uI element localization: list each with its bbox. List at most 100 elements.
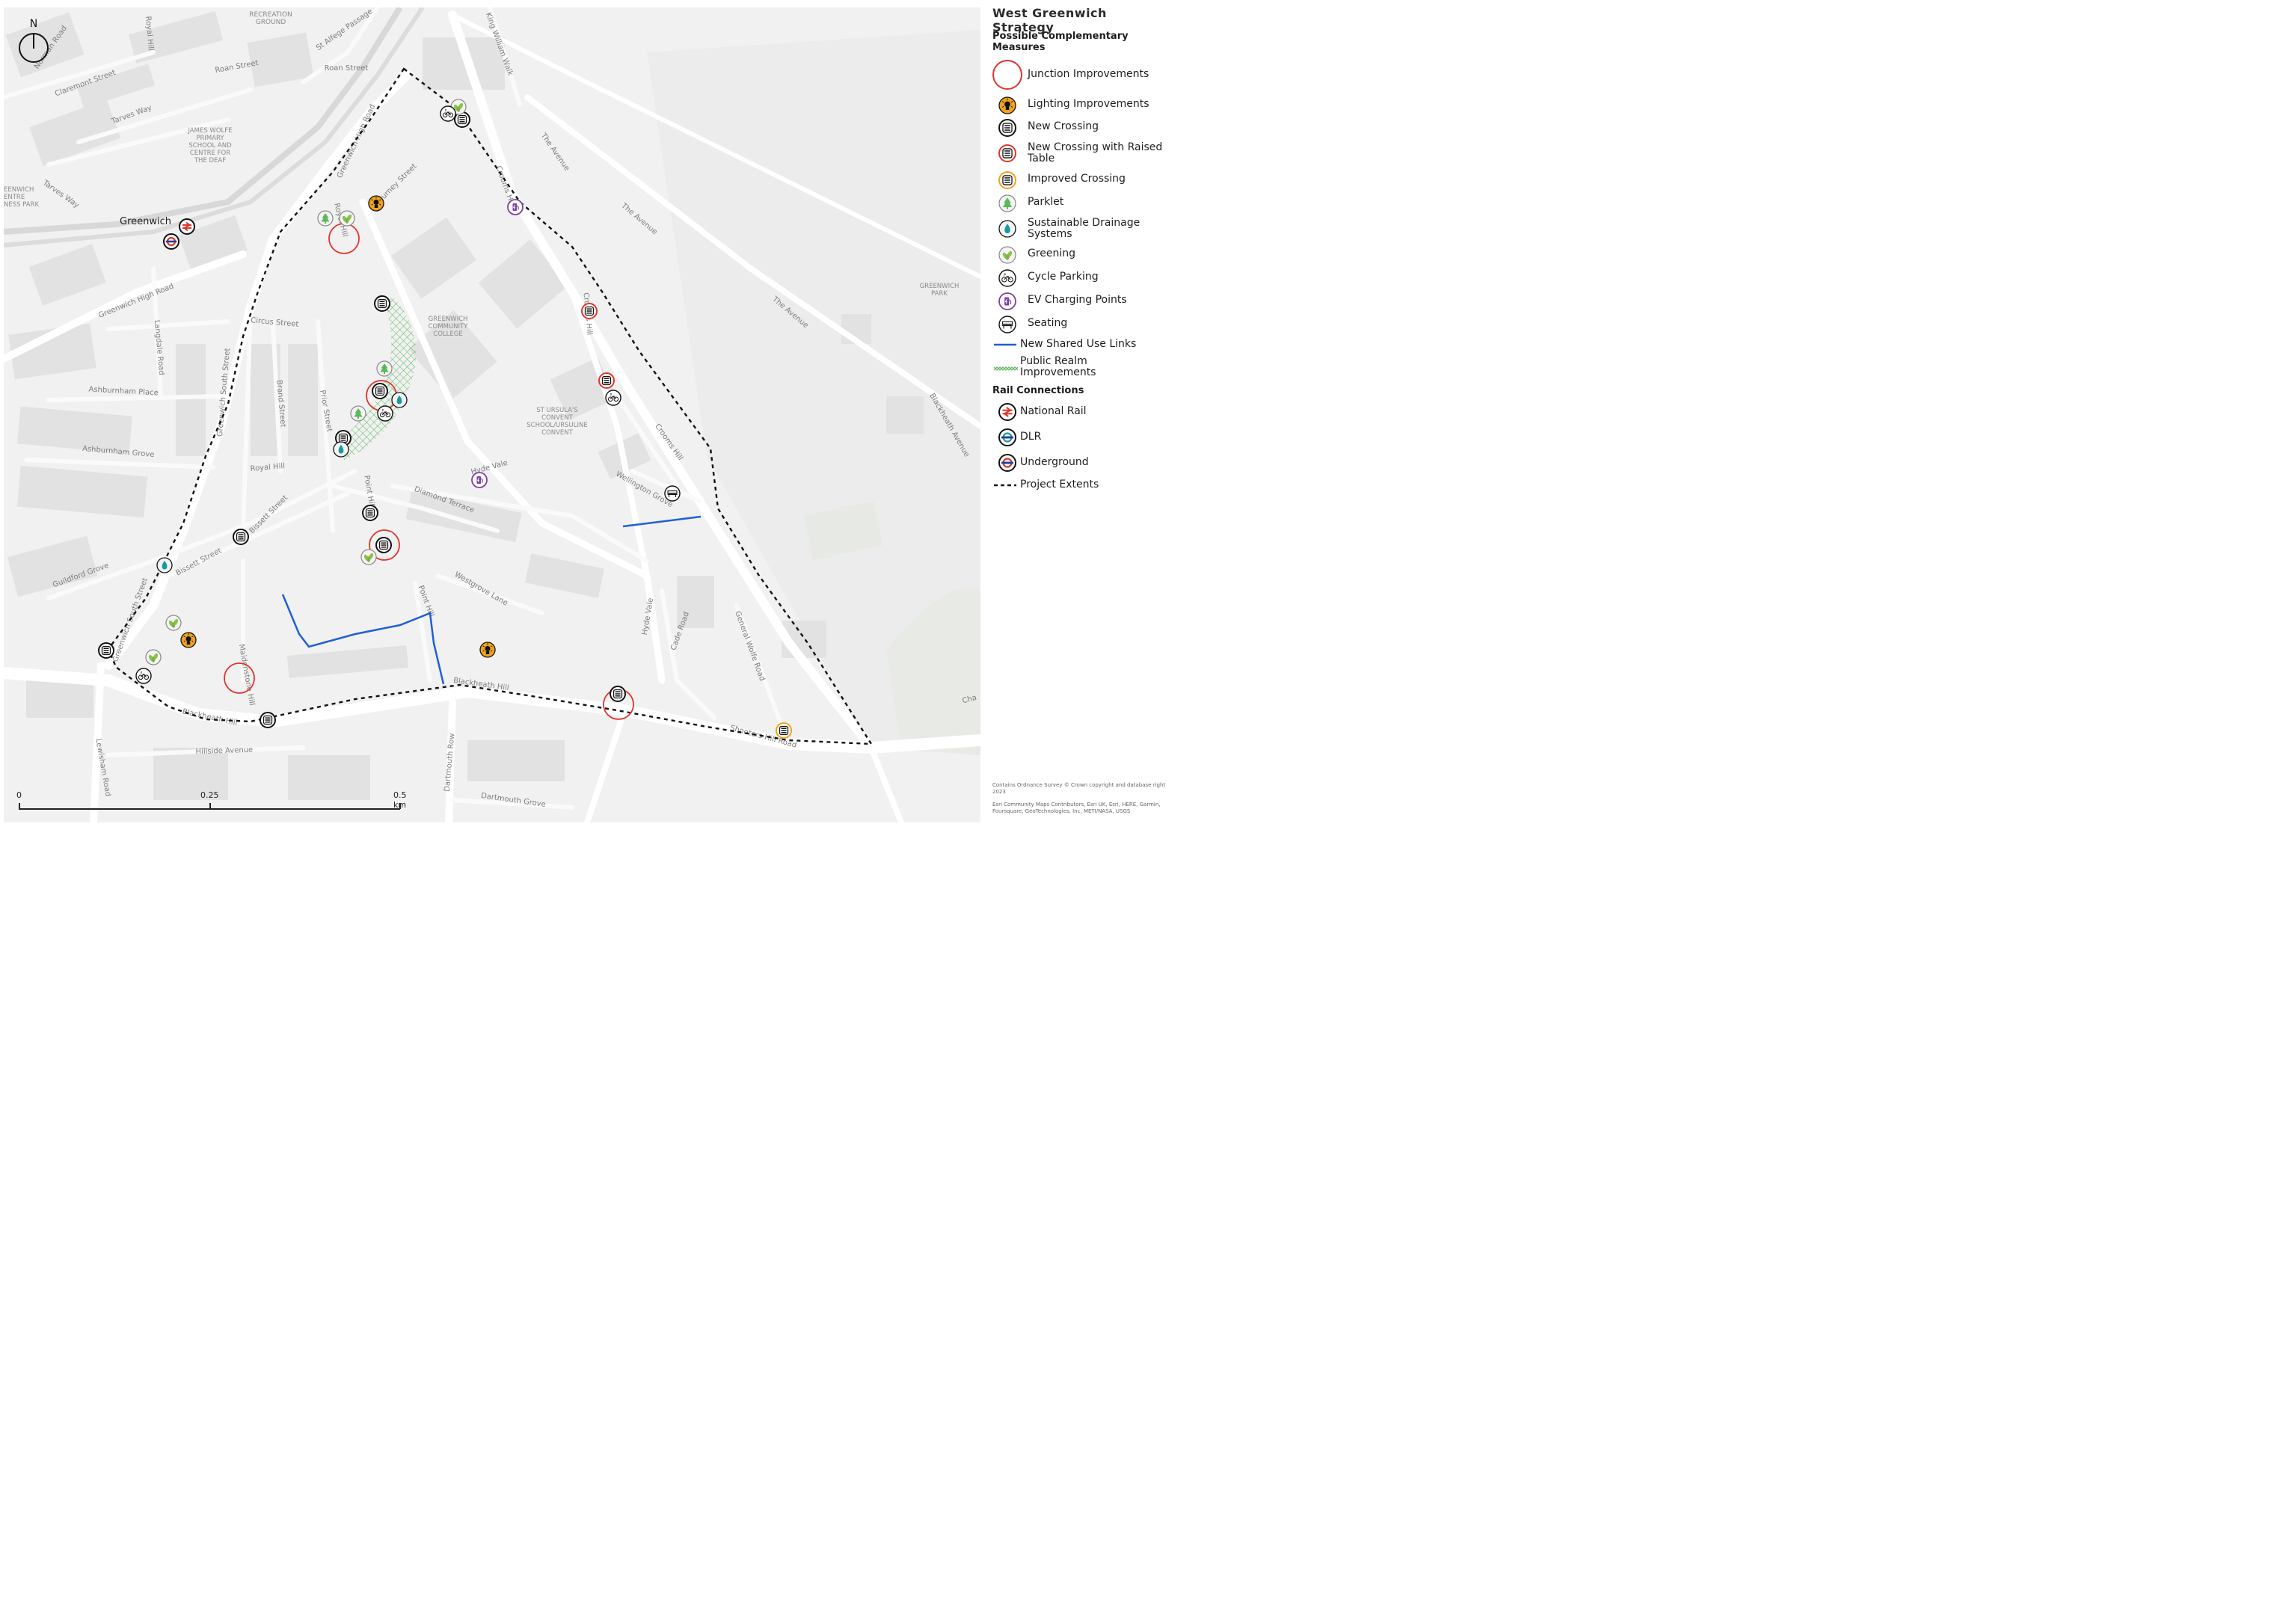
crossing-icon[interactable] — [98, 642, 114, 659]
junction-improvement-marker[interactable] — [328, 223, 360, 254]
scale-bar: 0 0.25 0.5 km — [16, 789, 408, 819]
legend-item-new-crossing: New Crossing — [992, 117, 1172, 140]
legend-label: New Crossing with Raised Table — [1028, 141, 1163, 164]
legend-panel: West Greenwich Strategy Possible Complem… — [981, 0, 1173, 825]
crossing-icon[interactable] — [233, 529, 249, 545]
improved-crossing-icon — [998, 171, 1016, 189]
crossing-icon — [998, 119, 1016, 137]
underground-icon — [998, 454, 1016, 472]
bicycle-icon[interactable]: P — [135, 668, 152, 684]
map-canvas[interactable]: RECREATION GROUND JAMES WOLFE PRIMARY SCHOO… — [4, 7, 980, 822]
legend-heading-rail: Rail Connections — [992, 385, 1084, 396]
scale-mark-0 — [19, 803, 20, 809]
droplet-icon[interactable] — [391, 392, 408, 408]
legend-label: New Crossing — [1028, 120, 1099, 132]
ev-charger-icon — [998, 292, 1016, 310]
shared-use-link-east — [622, 515, 702, 528]
tree-icon[interactable] — [317, 210, 334, 227]
national-rail-icon[interactable] — [179, 218, 195, 235]
svg-text:P: P — [382, 409, 384, 413]
leaves-icon — [998, 246, 1016, 264]
raised-crossing-icon — [998, 144, 1016, 162]
legend-item-parklet: Parklet — [992, 193, 1172, 215]
droplet-icon — [998, 220, 1016, 238]
credit-esri: Esri Community Maps Contributors, Esri U… — [992, 802, 1161, 814]
legend-label: Underground — [1020, 456, 1089, 468]
legend-item-extents: Project Extents — [992, 479, 1172, 492]
lightbulb-icon[interactable] — [479, 642, 496, 658]
leaves-icon[interactable] — [165, 615, 182, 631]
bicycle-icon: P — [998, 269, 1016, 287]
scale-mark-mid — [209, 803, 211, 809]
crossing-icon[interactable] — [374, 295, 390, 312]
public-realm-area — [340, 298, 417, 460]
hatch-icon — [993, 366, 1019, 371]
ev-charger-icon[interactable] — [471, 472, 488, 488]
lightbulb-icon[interactable] — [368, 195, 384, 212]
tree-icon[interactable] — [350, 405, 366, 422]
droplet-icon[interactable] — [156, 557, 173, 573]
legend-label: Lighting Improvements — [1028, 98, 1149, 110]
svg-text:P: P — [1004, 273, 1006, 277]
bench-icon — [998, 316, 1016, 333]
bench-icon[interactable] — [664, 485, 681, 502]
legend-item-greening: Greening — [992, 244, 1172, 267]
scale-tick-mid: 0.25 — [200, 790, 219, 800]
map-features: P P P P — [98, 67, 874, 745]
improved-crossing-icon[interactable] — [776, 722, 792, 739]
legend-label: EV Charging Points — [1028, 294, 1127, 306]
svg-text:P: P — [141, 671, 143, 676]
tree-icon[interactable] — [376, 360, 393, 377]
legend-heading-measures: Possible Complementary Measures — [992, 31, 1129, 53]
scale-tick-end: 0.5 km — [393, 790, 407, 810]
legend-item-junction: Junction Improvements — [992, 60, 1172, 90]
crossing-icon[interactable] — [372, 383, 388, 399]
lightbulb-icon[interactable] — [180, 632, 197, 648]
crossing-icon[interactable] — [260, 712, 276, 728]
leaves-icon[interactable] — [145, 649, 162, 665]
legend-label: National Rail — [1020, 405, 1087, 417]
raised-crossing-icon[interactable] — [581, 303, 598, 319]
north-needle — [33, 34, 34, 49]
legend-item-public-realm: Public Realm Improvements — [992, 355, 1172, 382]
leaves-icon[interactable] — [339, 210, 355, 227]
legend-item-lighting: Lighting Improvements — [992, 95, 1172, 117]
bicycle-icon[interactable]: P — [605, 390, 621, 406]
tree-icon — [998, 194, 1016, 212]
dashed-line-icon — [994, 484, 1016, 487]
legend-label: Junction Improvements — [1028, 68, 1149, 80]
red-ring-icon — [992, 60, 1022, 90]
ev-charger-icon[interactable] — [507, 199, 524, 215]
north-arrow: N — [17, 18, 50, 64]
legend-item-suds: Sustainable Drainage Systems — [992, 216, 1172, 240]
droplet-icon[interactable] — [333, 441, 349, 458]
legend-label: Greening — [1028, 247, 1076, 259]
dlr-icon — [998, 428, 1016, 446]
north-label: N — [29, 18, 38, 30]
legend-label: DLR — [1020, 431, 1042, 443]
scale-tick-0: 0 — [16, 790, 22, 800]
legend-label: Parklet — [1028, 196, 1064, 208]
lightbulb-icon — [998, 96, 1016, 114]
crossing-icon[interactable] — [375, 537, 392, 553]
legend-item-national-rail: National Rail — [992, 402, 1172, 424]
legend-label: Sustainable Drainage Systems — [1028, 217, 1141, 240]
legend-item-dlr: DLR — [992, 427, 1172, 449]
bicycle-icon[interactable]: P — [440, 105, 456, 122]
legend-label: Project Extents — [1020, 479, 1099, 490]
raised-crossing-icon[interactable] — [598, 372, 615, 389]
bicycle-icon[interactable]: P — [377, 405, 393, 422]
legend-label: Improved Crossing — [1028, 173, 1126, 185]
legend-item-seating: Seating — [992, 314, 1172, 336]
legend-label: New Shared Use Links — [1020, 338, 1137, 350]
leaves-icon[interactable] — [360, 549, 377, 565]
junction-improvement-marker[interactable] — [224, 662, 255, 694]
svg-text:P: P — [610, 393, 613, 398]
underground-icon[interactable] — [163, 233, 179, 250]
scale-mark-end — [399, 803, 401, 809]
crossing-icon[interactable] — [610, 686, 626, 702]
crossing-icon[interactable] — [362, 505, 378, 521]
legend-item-ev: EV Charging Points — [992, 291, 1172, 313]
legend-item-shared: New Shared Use Links — [992, 338, 1172, 351]
svg-text:P: P — [445, 109, 447, 114]
